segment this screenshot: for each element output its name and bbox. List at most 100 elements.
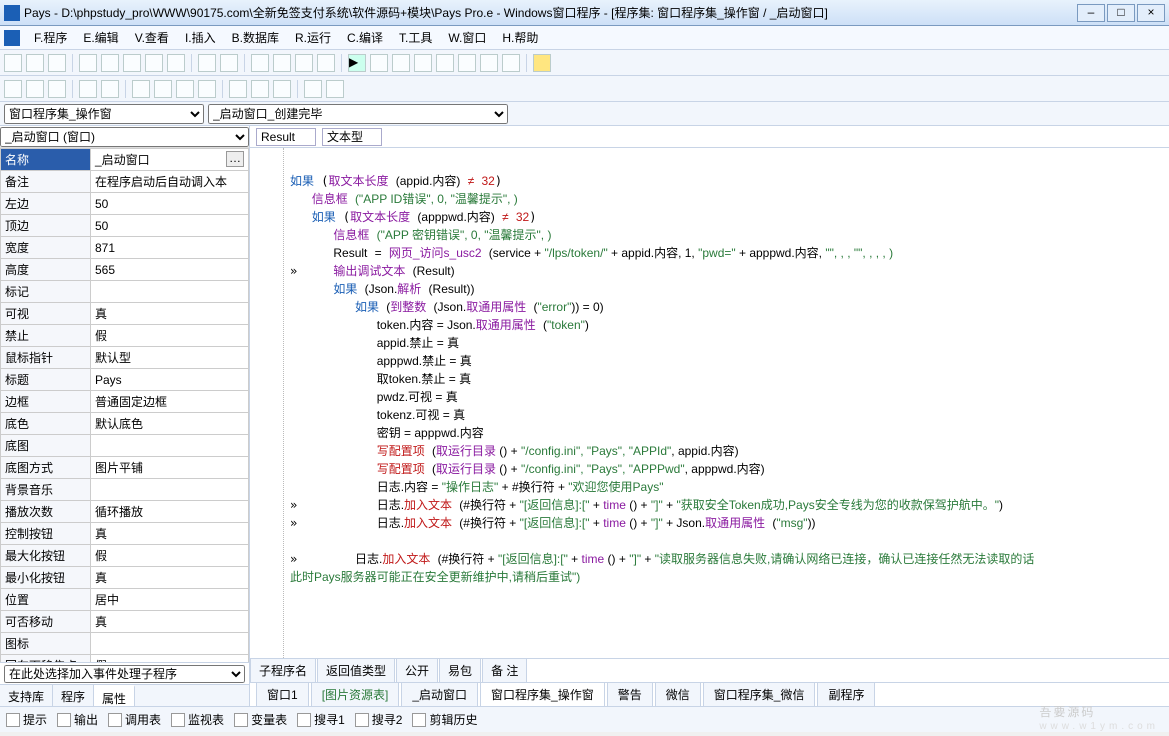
prop-value[interactable]: 居中	[91, 589, 249, 611]
prop-label[interactable]: 宽度	[1, 237, 91, 259]
prop-value[interactable]: 假	[91, 545, 249, 567]
prop-label[interactable]: 可否移动	[1, 611, 91, 633]
align13-icon[interactable]	[304, 80, 322, 98]
prop-value[interactable]: 普通固定边框	[91, 391, 249, 413]
file-tab[interactable]: 窗口程序集_微信	[703, 682, 816, 706]
tab-support[interactable]: 支持库	[0, 685, 53, 706]
menu-run[interactable]: R.运行	[287, 29, 339, 46]
prop-value[interactable]: 图片平铺	[91, 457, 249, 479]
result-type-input[interactable]	[322, 128, 382, 146]
menu-window[interactable]: W.窗口	[440, 29, 494, 46]
close-button[interactable]: ×	[1137, 4, 1165, 22]
status-output[interactable]: 输出	[57, 711, 98, 728]
prop-label[interactable]: 标记	[1, 281, 91, 303]
file-tab[interactable]: 警告	[607, 682, 653, 706]
prop-value[interactable]: 默认型	[91, 347, 249, 369]
prop-label[interactable]: 位置	[1, 589, 91, 611]
align10-icon[interactable]	[229, 80, 247, 98]
tool-debug4-icon[interactable]	[458, 54, 476, 72]
prop-label[interactable]: 背景音乐	[1, 479, 91, 501]
file-tab[interactable]: 微信	[655, 682, 701, 706]
status-hint[interactable]: 提示	[6, 711, 47, 728]
tool-layout3-icon[interactable]	[295, 54, 313, 72]
prop-label[interactable]: 底图方式	[1, 457, 91, 479]
status-cliphist[interactable]: 剪辑历史	[412, 711, 477, 728]
align6-icon[interactable]	[132, 80, 150, 98]
prop-label[interactable]: 控制按钮	[1, 523, 91, 545]
result-input[interactable]	[256, 128, 316, 146]
align7-icon[interactable]	[154, 80, 172, 98]
align5-icon[interactable]	[101, 80, 119, 98]
tool-debug1-icon[interactable]	[392, 54, 410, 72]
tool-layout4-icon[interactable]	[317, 54, 335, 72]
file-tab[interactable]: 窗口1	[256, 682, 309, 706]
prop-value[interactable]: 真	[91, 303, 249, 325]
prop-value[interactable]: 循环播放	[91, 501, 249, 523]
prop-label[interactable]: 鼠标指针	[1, 347, 91, 369]
prop-label[interactable]: 禁止	[1, 325, 91, 347]
code-editor[interactable]: 如果 (取文本长度 (appid.内容) ≠ 32) 信息框 ("APP ID错…	[250, 148, 1169, 658]
tool-copy-icon[interactable]	[101, 54, 119, 72]
prop-value[interactable]	[91, 435, 249, 457]
prop-value[interactable]: 真	[91, 567, 249, 589]
menu-database[interactable]: B.数据库	[224, 29, 287, 46]
prop-value[interactable]: 50	[91, 215, 249, 237]
prop-value[interactable]: 565	[91, 259, 249, 281]
tool-save-icon[interactable]	[48, 54, 66, 72]
menu-program[interactable]: F.程序	[26, 29, 75, 46]
status-search2[interactable]: 搜寻2	[355, 711, 403, 728]
subtab-1[interactable]: 返回值类型	[317, 658, 395, 682]
align3-icon[interactable]	[48, 80, 66, 98]
tab-attr[interactable]: 属性	[94, 685, 135, 706]
prop-value[interactable]: 871	[91, 237, 249, 259]
prop-value[interactable]: 默认底色	[91, 413, 249, 435]
align1-icon[interactable]	[4, 80, 22, 98]
tool-cut-icon[interactable]	[79, 54, 97, 72]
prop-value[interactable]: 真	[91, 611, 249, 633]
menu-view[interactable]: V.查看	[127, 29, 177, 46]
tool-debug2-icon[interactable]	[414, 54, 432, 72]
minimize-button[interactable]: –	[1077, 4, 1105, 22]
menu-tools[interactable]: T.工具	[391, 29, 440, 46]
file-tab[interactable]: 窗口程序集_操作窗	[480, 682, 605, 706]
status-watch[interactable]: 监视表	[171, 711, 224, 728]
prop-label[interactable]: 顶边	[1, 215, 91, 237]
tool-new-icon[interactable]	[4, 54, 22, 72]
prop-value[interactable]: 50	[91, 193, 249, 215]
prop-label[interactable]: 底色	[1, 413, 91, 435]
menu-insert[interactable]: I.插入	[177, 29, 224, 46]
align12-icon[interactable]	[273, 80, 291, 98]
align14-icon[interactable]	[326, 80, 344, 98]
prop-value[interactable]	[91, 281, 249, 303]
tool-help-icon[interactable]	[533, 54, 551, 72]
prop-label[interactable]: 底图	[1, 435, 91, 457]
align9-icon[interactable]	[198, 80, 216, 98]
prop-label[interactable]: 标题	[1, 369, 91, 391]
tool-open-icon[interactable]	[26, 54, 44, 72]
status-calltable[interactable]: 调用表	[108, 711, 161, 728]
status-search1[interactable]: 搜寻1	[297, 711, 345, 728]
tool-paste-icon[interactable]	[123, 54, 141, 72]
subtab-4[interactable]: 备 注	[482, 658, 527, 682]
tool-layout1-icon[interactable]	[251, 54, 269, 72]
event-selector[interactable]: 在此处选择加入事件处理子程序	[4, 665, 245, 683]
subtab-0[interactable]: 子程序名	[250, 658, 316, 682]
tool-code-icon[interactable]	[220, 54, 238, 72]
tool-run-icon[interactable]: ▶	[348, 54, 366, 72]
menu-edit[interactable]: E.编辑	[75, 29, 126, 46]
tool-layout2-icon[interactable]	[273, 54, 291, 72]
tool-debug5-icon[interactable]	[480, 54, 498, 72]
object-selector[interactable]: _启动窗口 (窗口)	[0, 127, 249, 147]
prop-label[interactable]: 高度	[1, 259, 91, 281]
align11-icon[interactable]	[251, 80, 269, 98]
menu-compile[interactable]: C.编译	[339, 29, 391, 46]
tool-debug3-icon[interactable]	[436, 54, 454, 72]
prop-label[interactable]: 最小化按钮	[1, 567, 91, 589]
prop-value[interactable]: 真	[91, 523, 249, 545]
prop-label[interactable]: 边框	[1, 391, 91, 413]
prop-label[interactable]: 最大化按钮	[1, 545, 91, 567]
align8-icon[interactable]	[176, 80, 194, 98]
subtab-3[interactable]: 易包	[439, 658, 481, 682]
prop-label[interactable]: 名称	[1, 149, 91, 171]
prop-value[interactable]: _启动窗口…	[91, 149, 249, 171]
